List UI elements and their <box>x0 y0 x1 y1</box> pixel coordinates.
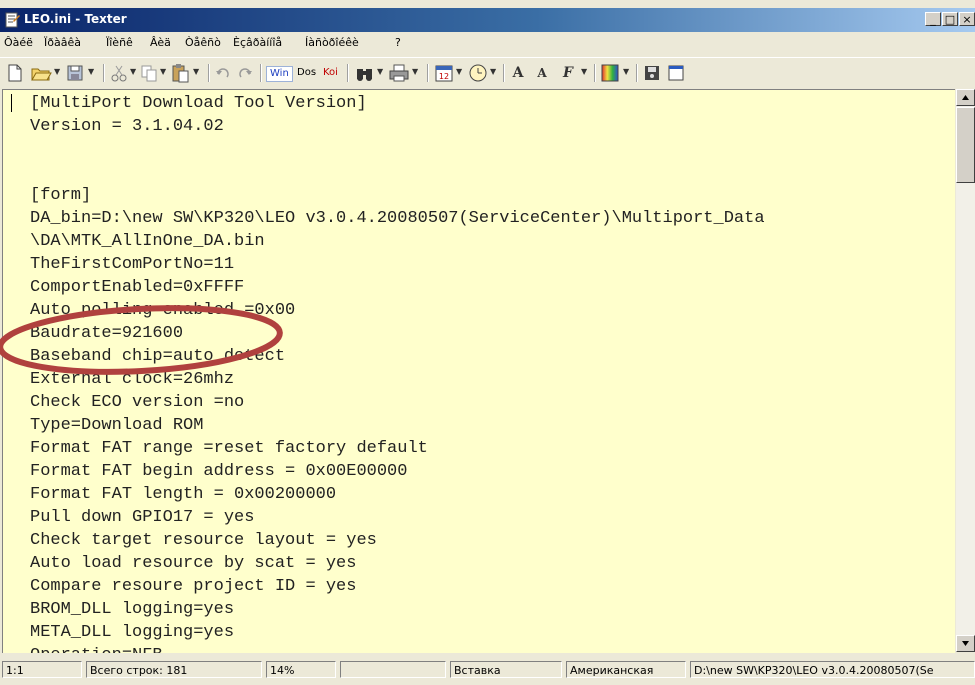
menu-favorites[interactable]: Èçâðàííîå <box>233 36 282 49</box>
svg-text:12: 12 <box>439 72 449 81</box>
save-icon[interactable] <box>66 62 84 84</box>
editor-line: ComportEnabled=0xFFFF <box>30 278 245 297</box>
toolbar-separator <box>347 64 349 82</box>
font-increase-button[interactable]: A <box>508 62 528 84</box>
toolbar-separator <box>260 64 262 82</box>
menu-search[interactable]: Ïîèñê <box>106 36 133 49</box>
maximize-button[interactable]: □ <box>942 12 958 26</box>
status-bar: 1:1 Всего строк: 181 14% Вставка Америка… <box>0 656 975 685</box>
editor-line: DA_bin=D:\new SW\KP320\LEO v3.0.4.200805… <box>30 209 765 228</box>
print-icon[interactable] <box>388 62 410 84</box>
open-dropdown-icon[interactable]: ▼ <box>54 67 60 76</box>
editor-line: Auto load resource by scat = yes <box>30 554 357 573</box>
editor-line: TheFirstComPortNo=11 <box>30 255 235 274</box>
encoding-koi-button[interactable]: Koi <box>320 66 341 80</box>
status-total-lines: Всего строк: 181 <box>86 661 262 678</box>
editor-line: Version = 3.1.04.02 <box>30 117 224 136</box>
font-button[interactable]: F <box>558 62 578 84</box>
new-file-icon[interactable] <box>6 62 24 84</box>
status-empty-panel <box>340 661 446 678</box>
encoding-win-button[interactable]: Win <box>266 66 293 82</box>
minimize-button[interactable]: _ <box>925 12 941 26</box>
editor-line: Format FAT length = 0x00200000 <box>30 485 337 504</box>
menu-text[interactable]: Òåêñò <box>185 36 221 49</box>
title-bar[interactable]: LEO.ini - Texter _ □ × <box>0 8 975 32</box>
editor-line: META_DLL logging=yes <box>30 623 235 642</box>
app-icon <box>5 12 20 28</box>
menu-file[interactable]: Ôàéë <box>4 36 33 49</box>
window-title: LEO.ini - Texter <box>24 12 127 26</box>
editor-line: Baudrate=921600 <box>30 324 184 343</box>
scroll-thumb[interactable] <box>956 107 975 183</box>
paste-icon[interactable] <box>170 62 190 84</box>
save-dropdown-icon[interactable]: ▼ <box>88 67 94 76</box>
copy-dropdown-icon[interactable]: ▼ <box>160 67 166 76</box>
editor-line: [form] <box>30 186 92 205</box>
editor-line: Pull down GPIO17 = yes <box>30 508 255 527</box>
undo-icon[interactable] <box>214 62 232 84</box>
editor-line: Check ECO version =no <box>30 393 245 412</box>
copy-icon[interactable] <box>140 62 158 84</box>
calendar-dropdown-icon[interactable]: ▼ <box>456 67 462 76</box>
menu-view[interactable]: Âèä <box>150 36 171 49</box>
editor-line: Check target resource layout = yes <box>30 531 377 550</box>
editor-line: Baseband chip=auto detect <box>30 347 286 366</box>
font-decrease-button[interactable]: A <box>532 62 552 84</box>
menu-edit[interactable]: Ïðàâêà <box>44 36 81 49</box>
window-icon[interactable] <box>666 62 686 84</box>
toolbar-separator <box>427 64 429 82</box>
find-dropdown-icon[interactable]: ▼ <box>377 67 383 76</box>
status-keyboard-layout: Американская <box>566 661 686 678</box>
vertical-scrollbar[interactable] <box>956 89 975 652</box>
close-button[interactable]: × <box>959 12 975 26</box>
toolbar-separator <box>103 64 105 82</box>
color-dropdown-icon[interactable]: ▼ <box>623 67 629 76</box>
editor-line: \DA\MTK_AllInOne_DA.bin <box>30 232 265 251</box>
redo-icon[interactable] <box>236 62 254 84</box>
text-caret <box>11 94 12 112</box>
editor-line: [MultiPort Download Tool Version] <box>30 94 367 113</box>
cut-dropdown-icon[interactable]: ▼ <box>130 67 136 76</box>
calendar-icon[interactable]: 12 <box>434 62 454 84</box>
status-insert-mode: Вставка <box>450 661 562 678</box>
toolbar-separator <box>636 64 638 82</box>
font-dropdown-icon[interactable]: ▼ <box>581 67 587 76</box>
text-editor[interactable]: [MultiPort Download Tool Version] Versio… <box>2 89 955 653</box>
editor-line: Format FAT begin address = 0x00E00000 <box>30 462 408 481</box>
status-file-path: D:\new SW\KP320\LEO v3.0.4.20080507(Se <box>690 661 975 678</box>
open-folder-icon[interactable] <box>30 62 52 84</box>
editor-line: Format FAT range =reset factory default <box>30 439 428 458</box>
find-binoculars-icon[interactable] <box>354 62 376 84</box>
cut-icon[interactable] <box>110 62 128 84</box>
toolbar: ▼ ▼ ▼ ▼ ▼ Win Dos Koi ▼ ▼ 12 ▼ ▼ A A F ▼… <box>0 57 975 88</box>
settings-disk-icon[interactable] <box>642 62 662 84</box>
scroll-down-button[interactable] <box>956 635 975 652</box>
scroll-up-button[interactable] <box>956 89 975 106</box>
color-palette-icon[interactable] <box>600 62 620 84</box>
editor-line: Auto polling enabled =0x00 <box>30 301 296 320</box>
print-dropdown-icon[interactable]: ▼ <box>412 67 418 76</box>
clock-icon[interactable] <box>468 62 488 84</box>
editor-line: External clock=26mhz <box>30 370 235 389</box>
toolbar-separator <box>503 64 505 82</box>
status-percent: 14% <box>266 661 336 678</box>
texter-window: LEO.ini - Texter _ □ × Ôàéë Ïðàâêà Ïîèñê… <box>0 0 975 685</box>
editor-line: Type=Download ROM <box>30 416 204 435</box>
menu-settings[interactable]: Íàñòðîéêè <box>305 36 359 49</box>
menu-bar: Ôàéë Ïðàâêà Ïîèñê Âèä Òåêñò Èçâðàííîå Íà… <box>0 33 975 55</box>
editor-line: Operation=NFB <box>30 644 163 653</box>
toolbar-separator <box>594 64 596 82</box>
editor-line: BROM_DLL logging=yes <box>30 600 235 619</box>
menu-help[interactable]: ? <box>395 36 401 49</box>
toolbar-separator <box>208 64 210 82</box>
paste-dropdown-icon[interactable]: ▼ <box>193 67 199 76</box>
status-cursor-position: 1:1 <box>2 661 82 678</box>
editor-line: Compare resoure project ID = yes <box>30 577 357 596</box>
clock-dropdown-icon[interactable]: ▼ <box>490 67 496 76</box>
encoding-dos-button[interactable]: Dos <box>294 66 319 80</box>
